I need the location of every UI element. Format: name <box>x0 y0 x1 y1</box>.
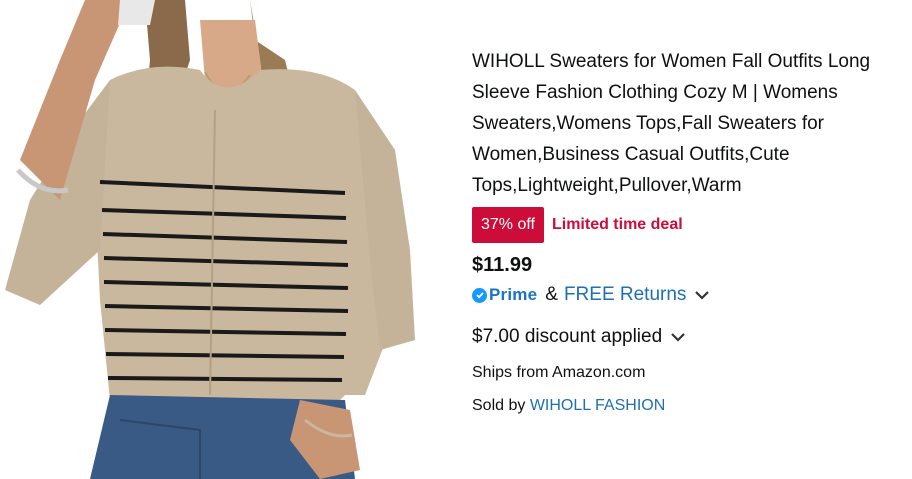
free-returns-link[interactable]: FREE Returns <box>564 284 686 306</box>
discount-row: $7.00 discount applied <box>472 323 908 351</box>
deal-row: 37% off Limited time deal <box>472 207 908 243</box>
ships-from: Ships from Amazon.com <box>472 364 646 381</box>
seller-link[interactable]: WIHOLL FASHION <box>530 397 665 414</box>
check-icon <box>472 287 487 303</box>
deal-badge: 37% off <box>472 207 544 243</box>
product-title[interactable]: WIHOLL Sweaters for Women Fall Outfits L… <box>472 46 908 201</box>
discount-label[interactable]: $7.00 discount applied <box>472 326 662 348</box>
chevron-down-icon[interactable] <box>670 332 686 342</box>
sold-by: Sold by WIHOLL FASHION <box>472 394 908 418</box>
sweater-photo <box>5 0 415 479</box>
price: $11.99 <box>472 254 533 276</box>
ampersand: & <box>545 284 558 305</box>
product-image[interactable] <box>0 0 440 479</box>
prime-row: Prime & FREE Returns <box>472 281 908 309</box>
product-info: WIHOLL Sweaters for Women Fall Outfits L… <box>472 46 908 418</box>
deal-text: Limited time deal <box>551 216 683 233</box>
sold-by-prefix: Sold by <box>472 397 526 414</box>
chevron-down-icon[interactable] <box>694 290 710 300</box>
prime-label: Prime <box>489 285 538 304</box>
prime-logo: Prime <box>472 285 537 305</box>
